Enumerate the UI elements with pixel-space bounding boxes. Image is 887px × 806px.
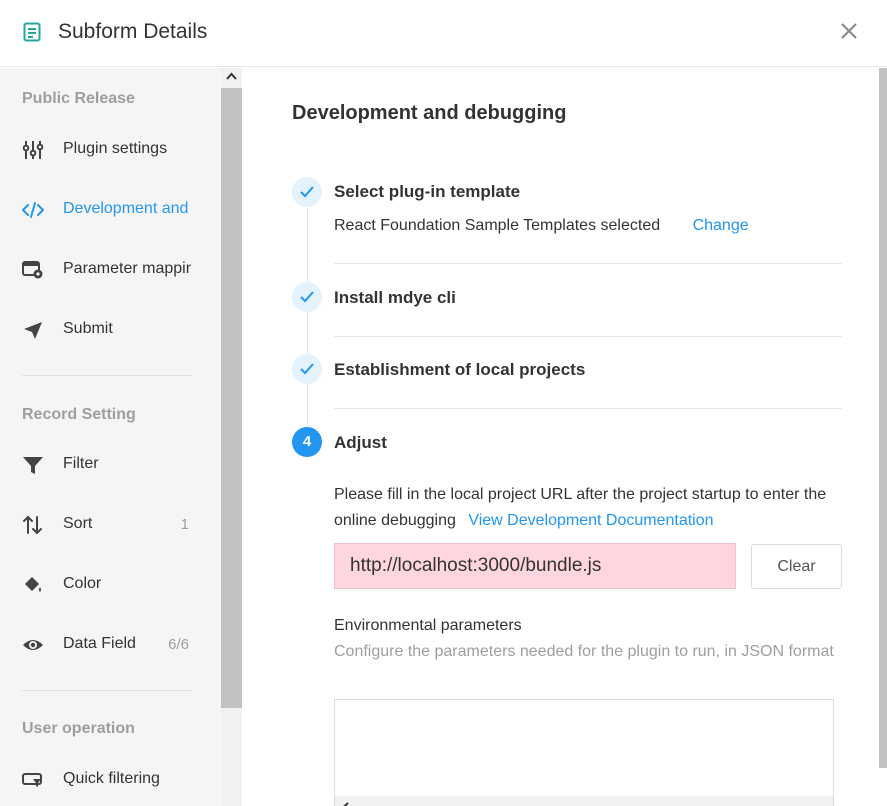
send-icon xyxy=(24,322,42,339)
adjust-instructions: Please fill in the local project URL aft… xyxy=(334,482,844,534)
local-url-input[interactable] xyxy=(334,543,736,589)
sidebar-item-plugin-settings[interactable]: Plugin settings xyxy=(0,130,221,170)
sidebar-item-data-field[interactable]: Data Field 6/6 xyxy=(0,625,221,665)
step-title: Establishment of local projects xyxy=(334,360,586,379)
step-separator xyxy=(334,408,842,409)
scroll-up-icon[interactable] xyxy=(226,72,237,80)
sidebar-item-filter[interactable]: Filter xyxy=(0,445,221,485)
dialog-header: Subform Details xyxy=(0,0,887,67)
sort-icon xyxy=(23,515,42,535)
main-scrollbar[interactable] xyxy=(879,68,887,768)
sidebar-item-label: Filter xyxy=(63,455,99,472)
section-title-public-release: Public Release xyxy=(22,90,135,107)
parameter-mapping-icon xyxy=(22,261,43,279)
sidebar-item-color[interactable]: Color xyxy=(0,565,221,605)
env-params-editor[interactable] xyxy=(334,699,834,806)
document-icon xyxy=(23,22,41,42)
check-icon xyxy=(300,291,314,303)
selected-template-text: React Foundation Sample Templates select… xyxy=(334,217,661,234)
step-done-indicator xyxy=(292,177,322,207)
code-icon xyxy=(22,202,44,218)
sidebar-item-label: Submit xyxy=(63,320,113,337)
sidebar-item-label: Quick filtering xyxy=(63,770,160,787)
step-title: Install mdye cli xyxy=(334,288,456,307)
section-title-record-setting: Record Setting xyxy=(22,406,136,423)
step-separator xyxy=(334,336,842,337)
main-content: Development and debugging Select plug-in… xyxy=(242,68,887,806)
data-field-count: 6/6 xyxy=(168,636,189,653)
sidebar-item-sort[interactable]: Sort 1 xyxy=(0,505,221,545)
sliders-icon xyxy=(22,141,44,159)
quick-filter-icon xyxy=(22,773,42,787)
filter-icon xyxy=(23,457,43,474)
sidebar-item-label: Sort xyxy=(63,515,93,532)
sidebar-scroll-thumb[interactable] xyxy=(221,88,242,708)
step-title: Select plug-in template xyxy=(334,182,521,201)
sidebar-item-label: Development and debugging xyxy=(63,200,191,217)
sidebar-item-parameter-mapping[interactable]: Parameter mapping xyxy=(0,250,221,290)
sidebar: Public Release Plugin settings Developme… xyxy=(0,68,221,806)
sidebar-item-label: Parameter mapping xyxy=(63,260,191,277)
sidebar-item-label: Plugin settings xyxy=(63,140,168,157)
sidebar-item-label: Color xyxy=(63,575,102,592)
sidebar-item-submit[interactable]: Submit xyxy=(0,310,221,350)
scroll-left-icon[interactable] xyxy=(341,802,349,806)
step-title: Adjust xyxy=(334,433,387,452)
sidebar-divider xyxy=(22,375,192,376)
dialog-title: Subform Details xyxy=(58,20,208,43)
close-icon[interactable] xyxy=(838,20,860,42)
sidebar-item-quick-filtering[interactable]: Quick filtering xyxy=(0,760,221,800)
step-done-indicator xyxy=(292,282,322,312)
sidebar-scrollbar[interactable] xyxy=(221,68,242,806)
page-title: Development and debugging xyxy=(292,102,567,124)
step-description: React Foundation Sample Templates select… xyxy=(334,217,749,235)
check-icon xyxy=(300,186,314,198)
change-template-link[interactable]: Change xyxy=(693,217,749,234)
view-docs-link[interactable]: View Development Documentation xyxy=(468,512,713,529)
sort-count: 1 xyxy=(180,516,189,533)
step-number-badge: 4 xyxy=(292,427,322,457)
env-params-title: Environmental parameters xyxy=(334,617,522,634)
section-title-user-operation: User operation xyxy=(22,720,135,737)
sidebar-divider xyxy=(22,690,192,691)
step-separator xyxy=(334,263,842,264)
step-done-indicator xyxy=(292,354,322,384)
eye-icon xyxy=(23,640,43,650)
paint-bucket-icon xyxy=(25,577,41,592)
clear-button[interactable]: Clear xyxy=(751,544,842,589)
env-params-description: Configure the parameters needed for the … xyxy=(334,643,834,660)
step-connector-line xyxy=(307,208,308,428)
editor-horizontal-scrollbar[interactable] xyxy=(335,796,833,806)
sidebar-item-development[interactable]: Development and debugging xyxy=(0,190,221,230)
check-icon xyxy=(300,363,314,375)
